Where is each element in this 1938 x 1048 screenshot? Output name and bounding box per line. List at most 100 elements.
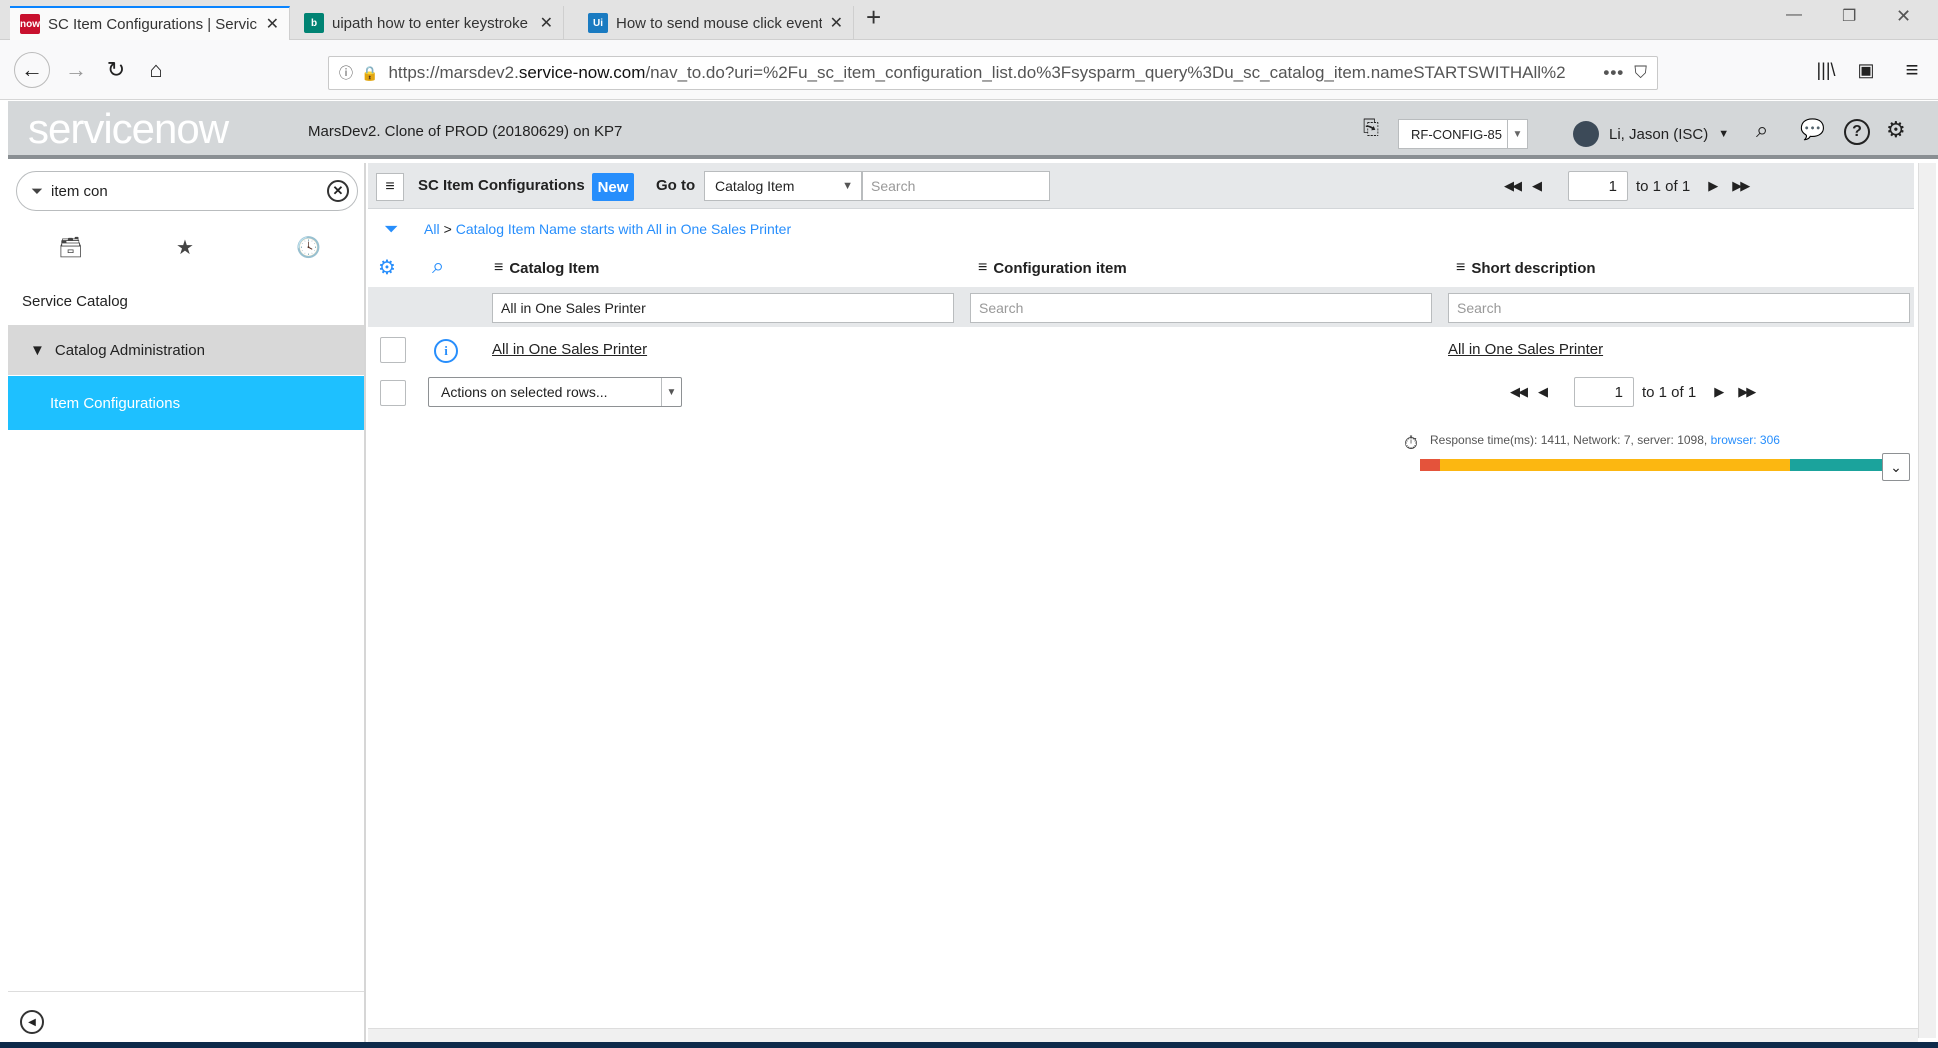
chat-icon[interactable]: 💬 — [1800, 117, 1825, 142]
restore-icon[interactable]: ❐ — [1842, 6, 1856, 26]
column-menu-icon[interactable]: ≡ — [1456, 259, 1465, 277]
new-button[interactable]: New — [592, 173, 634, 201]
short-description-link[interactable]: All in One Sales Printer — [1448, 341, 1603, 358]
row-checkbox[interactable] — [380, 337, 406, 363]
browser-segment — [1790, 459, 1888, 471]
site-info-icon[interactable]: ⓘ — [339, 63, 353, 83]
goto-search-input[interactable]: Search — [862, 171, 1050, 201]
page-range: to 1 of 1 — [1636, 177, 1691, 195]
info-icon[interactable]: i — [434, 339, 458, 363]
servicenow-logo[interactable]: servicenow — [28, 105, 229, 153]
server-segment — [1440, 459, 1791, 471]
archive-icon[interactable]: 🗃 — [58, 235, 83, 260]
close-tab-icon[interactable]: ✕ — [266, 14, 279, 34]
hamburger-menu-icon[interactable]: ≡ — [1894, 52, 1930, 88]
collapse-nav-icon[interactable]: ◀ — [20, 1010, 44, 1034]
close-tab-icon[interactable]: ✕ — [540, 13, 553, 33]
page-actions-icon[interactable]: ••• — [1603, 63, 1624, 83]
page-number-input[interactable]: 1 — [1568, 171, 1628, 201]
search-icon[interactable]: ⌕ — [1756, 117, 1768, 143]
column-header-catalog-item[interactable]: ≡ Catalog Item — [494, 259, 599, 277]
browser-tab-2[interactable]: b uipath how to enter keystroke - ✕ — [294, 6, 564, 40]
search-icon[interactable]: ⌕ — [432, 253, 444, 279]
menu-group-catalog-administration[interactable]: ▼ Catalog Administration — [8, 325, 364, 375]
chevron-down-icon: ▼ — [661, 378, 681, 406]
vertical-scrollbar[interactable] — [1918, 163, 1936, 1038]
breadcrumb-all[interactable]: All — [424, 221, 440, 237]
sidebar-icon[interactable]: ▣ — [1848, 52, 1884, 88]
forward-arrow-icon[interactable]: → — [58, 52, 94, 88]
new-tab-icon[interactable]: + — [866, 2, 881, 33]
config-selector[interactable]: RF-CONFIG-85 ▼ — [1398, 119, 1528, 149]
reload-icon[interactable]: ↻ — [98, 52, 134, 88]
breadcrumb-filter[interactable]: Catalog Item Name starts with All in One… — [456, 221, 791, 237]
personalize-gear-icon[interactable]: ⚙ — [378, 255, 396, 280]
divider — [8, 991, 364, 992]
navigator-filter-input[interactable]: ⏷ item con ✕ — [16, 171, 358, 211]
minimize-icon[interactable]: — — [1786, 6, 1802, 24]
close-window-icon[interactable]: ✕ — [1896, 6, 1911, 27]
page-range: to 1 of 1 — [1642, 383, 1697, 401]
menu-section-service-catalog[interactable]: Service Catalog — [8, 281, 364, 321]
avatar — [1573, 121, 1599, 147]
catalog-item-link[interactable]: All in One Sales Printer — [492, 341, 647, 358]
user-name: Li, Jason (ISC) — [1609, 125, 1709, 143]
gear-icon[interactable]: ⚙ — [1886, 117, 1906, 143]
first-page-icon[interactable]: ◀◀ — [1504, 178, 1522, 194]
configuration-item-search-input[interactable]: Search — [970, 293, 1432, 323]
list-view: ≡ SC Item Configurations New Go to Catal… — [368, 163, 1914, 1038]
help-icon[interactable]: ? — [1844, 119, 1870, 145]
uipath-favicon-icon: Ui — [588, 13, 608, 33]
previous-page-icon[interactable]: ◀ — [1532, 178, 1542, 194]
column-label: Catalog Item — [509, 259, 600, 277]
goto-field-select[interactable]: Catalog Item ▼ — [704, 171, 862, 201]
triangle-down-icon: ▼ — [30, 341, 45, 359]
list-menu-icon[interactable]: ≡ — [376, 173, 404, 201]
home-icon[interactable]: ⌂ — [138, 52, 174, 88]
list-header: ≡ SC Item Configurations New Go to Catal… — [368, 163, 1914, 209]
group-label: Catalog Administration — [54, 341, 205, 359]
history-clock-icon[interactable]: 🕓 — [296, 235, 321, 260]
back-arrow-icon[interactable]: ← — [14, 52, 50, 88]
catalog-item-search-input[interactable]: All in One Sales Printer — [492, 293, 954, 323]
breadcrumb: All > Catalog Item Name starts with All … — [424, 221, 791, 237]
horizontal-scrollbar[interactable] — [368, 1028, 1918, 1042]
user-menu[interactable]: Li, Jason (ISC) ▼ — [1573, 121, 1729, 147]
instance-name: MarsDev2. Clone of PROD (20180629) on KP… — [308, 123, 623, 140]
column-header-configuration-item[interactable]: ≡ Configuration item — [978, 259, 1127, 277]
tab-title: How to send mouse click event — [616, 14, 822, 32]
search-placeholder: Search — [871, 178, 916, 194]
clear-filter-icon[interactable]: ✕ — [327, 180, 349, 202]
next-page-icon[interactable]: ▶ — [1714, 384, 1724, 400]
column-menu-icon[interactable]: ≡ — [494, 259, 503, 277]
update-set-icon[interactable]: ⎘ — [1363, 117, 1379, 140]
chevron-down-icon: ▼ — [842, 180, 853, 192]
config-selector-value: RF-CONFIG-85 — [1411, 126, 1502, 142]
star-icon[interactable]: ★ — [176, 235, 194, 260]
next-page-icon[interactable]: ▶ — [1708, 178, 1718, 194]
column-menu-icon[interactable]: ≡ — [978, 259, 987, 277]
caret-down-icon: ▼ — [1718, 128, 1730, 140]
first-page-icon[interactable]: ◀◀ — [1510, 384, 1528, 400]
response-time-text: Response time(ms): 1411, Network: 7, ser… — [1430, 433, 1780, 447]
browser-tab-1[interactable]: now SC Item Configurations | Servic ✕ — [10, 6, 290, 40]
url-bar[interactable]: ⓘ 🔒 https://marsdev2.service-now.com/nav… — [328, 56, 1658, 90]
pocket-icon[interactable]: ⛉ — [1634, 63, 1647, 83]
column-label: Configuration item — [993, 259, 1127, 277]
page-number-input[interactable]: 1 — [1574, 377, 1634, 407]
browser-tab-3[interactable]: Ui How to send mouse click event ✕ — [578, 6, 854, 40]
select-all-checkbox[interactable] — [380, 380, 406, 406]
close-tab-icon[interactable]: ✕ — [830, 13, 843, 33]
column-header-short-description[interactable]: ≡ Short description — [1456, 259, 1596, 277]
filter-funnel-icon[interactable]: ⏷ — [384, 219, 398, 240]
menu-item-item-configurations[interactable]: Item Configurations — [8, 376, 364, 430]
previous-page-icon[interactable]: ◀ — [1538, 384, 1548, 400]
library-icon[interactable]: |||\ — [1808, 52, 1844, 88]
chevron-down-icon[interactable]: ⌄ — [1882, 453, 1910, 481]
navigation-bar: ← → ↻ ⌂ ⓘ 🔒 https://marsdev2.service-now… — [0, 40, 1938, 100]
browser-window: now SC Item Configurations | Servic ✕ b … — [0, 0, 1938, 1048]
actions-select[interactable]: Actions on selected rows... ▼ — [428, 377, 682, 407]
last-page-icon[interactable]: ▶▶ — [1732, 178, 1750, 194]
short-description-search-input[interactable]: Search — [1448, 293, 1910, 323]
last-page-icon[interactable]: ▶▶ — [1738, 384, 1756, 400]
